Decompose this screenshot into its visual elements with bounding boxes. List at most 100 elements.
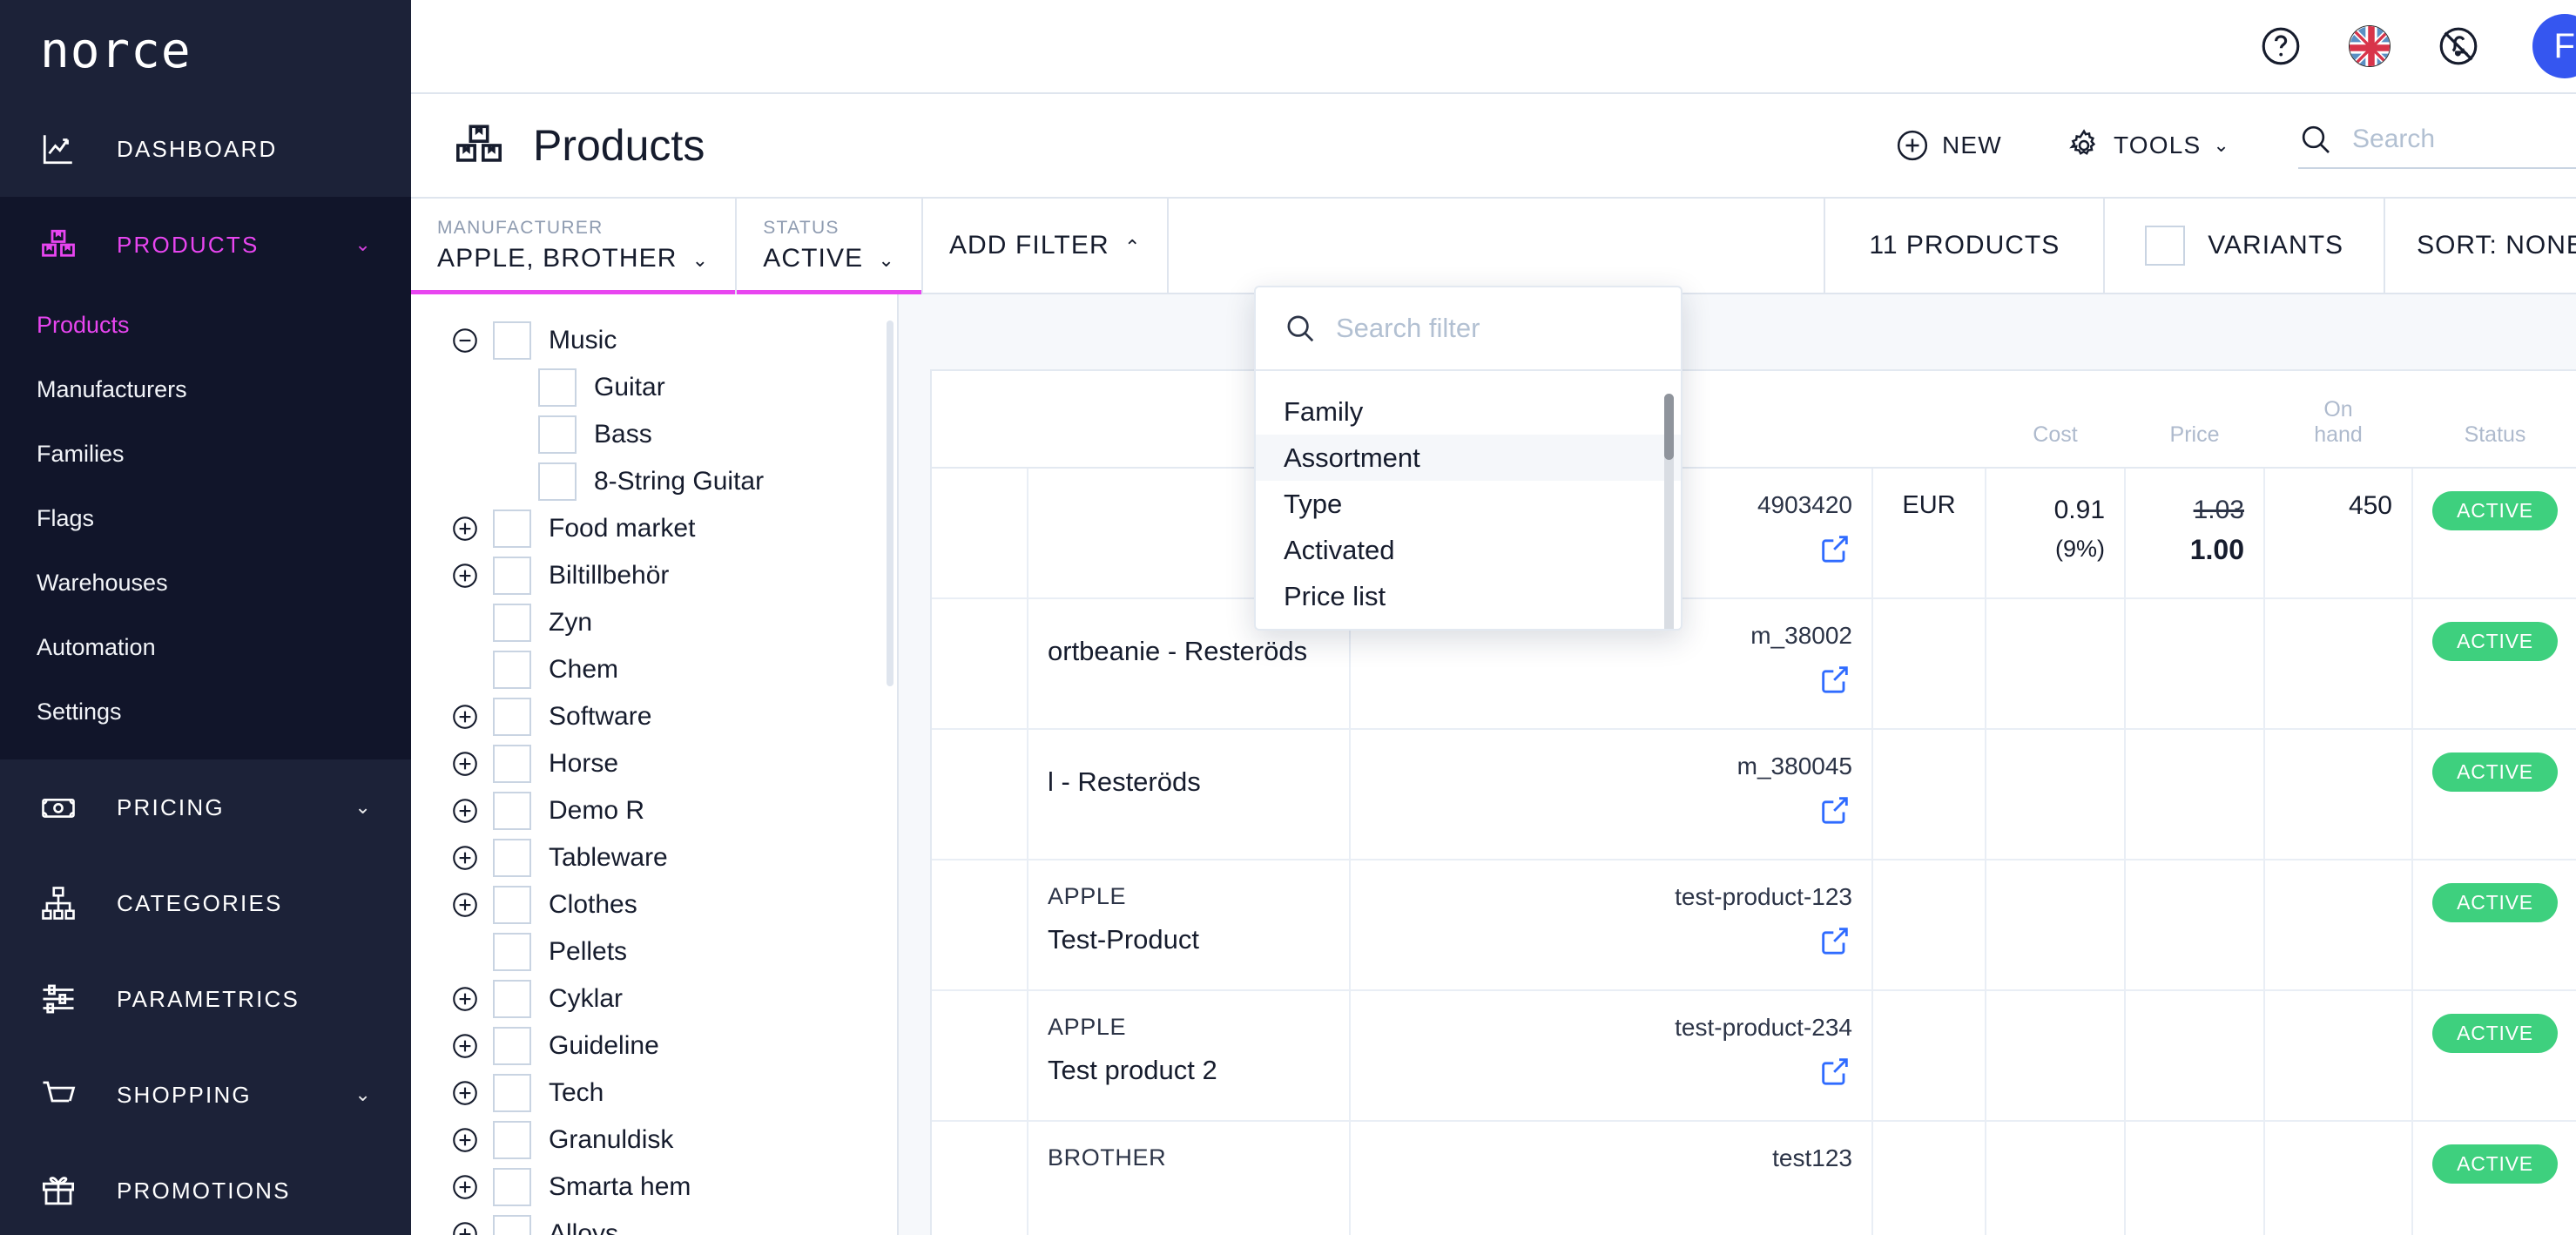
plus-circle-icon[interactable] bbox=[448, 558, 482, 593]
table-row[interactable]: APPLE Test-Product test-product-123 ACTI… bbox=[932, 860, 2576, 991]
tree-checkbox[interactable] bbox=[538, 415, 577, 454]
tree-node[interactable]: Music bbox=[411, 317, 897, 364]
tree-checkbox[interactable] bbox=[493, 321, 531, 360]
tree-checkbox[interactable] bbox=[493, 745, 531, 783]
tree-checkbox[interactable] bbox=[493, 1121, 531, 1159]
sidebar-subitem-families[interactable]: Families bbox=[0, 422, 411, 486]
sidebar-item-pricing[interactable]: PRICING ⌄ bbox=[0, 759, 411, 855]
avatar[interactable]: F Fredrik Ryde Zephyr EU bbox=[2532, 14, 2576, 78]
cell-select[interactable] bbox=[932, 860, 1028, 991]
external-link-icon[interactable] bbox=[1370, 793, 1852, 827]
variants-checkbox-box[interactable] bbox=[2145, 226, 2186, 266]
filter-option-assortment[interactable]: Assortment bbox=[1256, 435, 1681, 481]
table-row[interactable]: l - Resteröds m_380045 ACTIVE bbox=[932, 729, 2576, 860]
minus-circle-icon[interactable] bbox=[448, 323, 482, 358]
table-row[interactable]: 4903420 EUR 0.91 (9%) 1.03 1.00 450 ACTI… bbox=[932, 468, 2576, 599]
filter-option-price-rule[interactable]: Price rule bbox=[1256, 619, 1681, 630]
tree-checkbox[interactable] bbox=[493, 698, 531, 736]
plus-circle-icon[interactable] bbox=[448, 1029, 482, 1063]
cell-select[interactable] bbox=[932, 990, 1028, 1122]
tree-checkbox[interactable] bbox=[493, 839, 531, 877]
tree-checkbox[interactable] bbox=[493, 557, 531, 595]
tree-checkbox[interactable] bbox=[538, 462, 577, 501]
sidebar-item-parametrics[interactable]: PARAMETRICS bbox=[0, 951, 411, 1047]
tree-node[interactable]: Bass bbox=[411, 411, 897, 458]
app-logo[interactable]: norce bbox=[40, 23, 192, 79]
search-input[interactable]: Search bbox=[2298, 122, 2576, 169]
tree-node[interactable]: Guideline bbox=[411, 1022, 897, 1070]
tree-node[interactable]: 8-String Guitar bbox=[411, 458, 897, 505]
tree-node[interactable]: Zyn bbox=[411, 599, 897, 646]
sidebar-item-products[interactable]: PRODUCTS ⌄ bbox=[0, 197, 411, 293]
table-row[interactable]: APPLE Test product 2 test-product-234 AC… bbox=[932, 990, 2576, 1122]
plus-circle-icon[interactable] bbox=[448, 746, 482, 781]
th-onhand[interactable]: On hand bbox=[2264, 371, 2412, 469]
variants-checkbox[interactable]: VARIANTS bbox=[2105, 199, 2386, 293]
tree-checkbox[interactable] bbox=[493, 792, 531, 830]
tree-checkbox[interactable] bbox=[493, 1215, 531, 1235]
tree-node[interactable]: Smarta hem bbox=[411, 1164, 897, 1211]
filter-search-input[interactable]: Search filter bbox=[1256, 287, 1681, 371]
plus-circle-icon[interactable] bbox=[448, 1170, 482, 1205]
sidebar-subitem-manufacturers[interactable]: Manufacturers bbox=[0, 357, 411, 422]
th-cost[interactable]: Cost bbox=[1986, 371, 2125, 469]
table-row[interactable]: BROTHER test123 ACTIVE bbox=[932, 1121, 2576, 1235]
tree-node[interactable]: Tableware bbox=[411, 834, 897, 881]
sidebar-item-shopping[interactable]: SHOPPING ⌄ bbox=[0, 1047, 411, 1143]
tree-checkbox[interactable] bbox=[493, 651, 531, 689]
uk-flag-icon[interactable] bbox=[2346, 23, 2393, 70]
th-status[interactable]: Status bbox=[2412, 371, 2576, 469]
sidebar-subitem-settings[interactable]: Settings bbox=[0, 679, 411, 744]
plus-circle-icon[interactable] bbox=[448, 511, 482, 546]
tree-checkbox[interactable] bbox=[538, 368, 577, 407]
th-price[interactable]: Price bbox=[2125, 371, 2264, 469]
plus-circle-icon[interactable] bbox=[448, 699, 482, 734]
tree-checkbox[interactable] bbox=[493, 886, 531, 924]
tree-checkbox[interactable] bbox=[493, 1074, 531, 1112]
sidebar-subitem-products[interactable]: Products bbox=[0, 293, 411, 357]
plus-circle-icon[interactable] bbox=[448, 793, 482, 828]
tree-checkbox[interactable] bbox=[493, 510, 531, 548]
tree-checkbox[interactable] bbox=[493, 1027, 531, 1065]
filter-status[interactable]: STATUS ACTIVE ⌄ bbox=[737, 199, 923, 294]
tree-checkbox[interactable] bbox=[493, 980, 531, 1018]
sidebar-subitem-flags[interactable]: Flags bbox=[0, 486, 411, 550]
tree-checkbox[interactable] bbox=[493, 1168, 531, 1206]
tree-scrollbar[interactable] bbox=[887, 321, 894, 686]
tree-node[interactable]: Clothes bbox=[411, 881, 897, 928]
cell-select[interactable] bbox=[932, 729, 1028, 860]
tree-node[interactable]: Guitar bbox=[411, 364, 897, 411]
cell-select[interactable] bbox=[932, 1121, 1028, 1235]
plus-circle-icon[interactable] bbox=[448, 982, 482, 1016]
filter-option-activated[interactable]: Activated bbox=[1256, 527, 1681, 573]
tree-node[interactable]: Granuldisk bbox=[411, 1117, 897, 1164]
tree-node[interactable]: Biltillbehör bbox=[411, 552, 897, 599]
sidebar-item-categories[interactable]: CATEGORIES bbox=[0, 855, 411, 951]
plus-circle-icon[interactable] bbox=[448, 840, 482, 875]
sidebar-item-dashboard[interactable]: DASHBOARD bbox=[0, 101, 411, 197]
bell-off-icon[interactable] bbox=[2435, 23, 2482, 70]
tree-node[interactable]: Tech bbox=[411, 1070, 897, 1117]
tree-node[interactable]: Software bbox=[411, 693, 897, 740]
filter-option-price-list[interactable]: Price list bbox=[1256, 573, 1681, 619]
tree-node[interactable]: Food market bbox=[411, 505, 897, 552]
external-link-icon[interactable] bbox=[1370, 923, 1852, 958]
tree-node[interactable]: Horse bbox=[411, 740, 897, 787]
table-row[interactable]: ortbeanie - Resteröds m_38002 ACTIVE bbox=[932, 598, 2576, 730]
plus-circle-icon[interactable] bbox=[448, 1217, 482, 1235]
cell-select[interactable] bbox=[932, 468, 1028, 599]
tree-node[interactable]: Alloys bbox=[411, 1211, 897, 1235]
plus-circle-icon[interactable] bbox=[448, 1076, 482, 1110]
tree-node[interactable]: Pellets bbox=[411, 928, 897, 975]
tree-node[interactable]: Demo R bbox=[411, 787, 897, 834]
tools-button[interactable]: TOOLS ⌄ bbox=[2067, 128, 2230, 163]
sidebar-item-promotions[interactable]: PROMOTIONS bbox=[0, 1143, 411, 1235]
sidebar-subitem-automation[interactable]: Automation bbox=[0, 615, 411, 679]
question-circle-icon[interactable] bbox=[2257, 23, 2304, 70]
plus-circle-icon[interactable] bbox=[448, 1123, 482, 1157]
add-filter-button[interactable]: ADD FILTER ⌃ bbox=[923, 199, 1170, 293]
filter-manufacturer[interactable]: MANUFACTURER APPLE, BROTHER ⌄ bbox=[411, 199, 738, 294]
external-link-icon[interactable] bbox=[1370, 662, 1852, 697]
filter-option-family[interactable]: Family bbox=[1256, 388, 1681, 435]
dropdown-scrollbar-thumb[interactable] bbox=[1664, 394, 1674, 460]
